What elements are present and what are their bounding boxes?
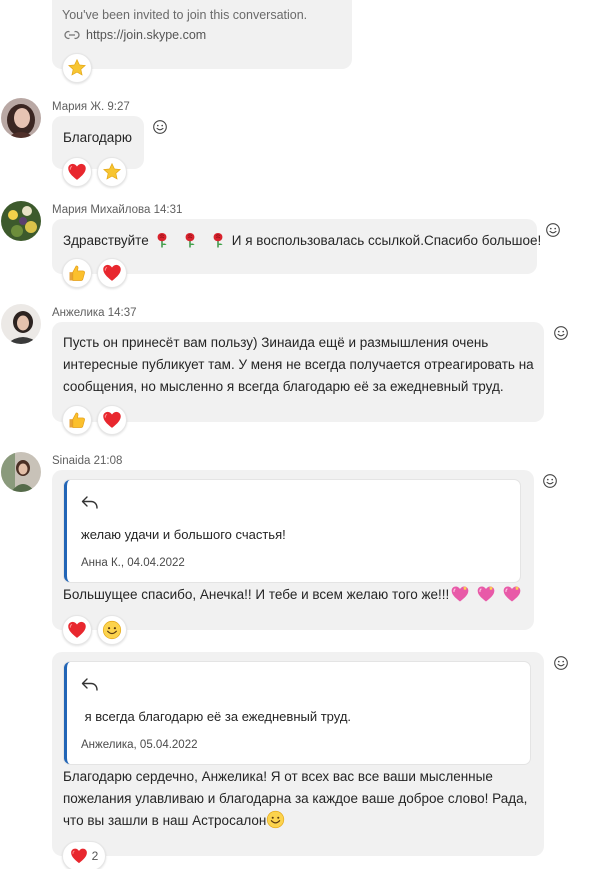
invite-text: You've been invited to join this convers… xyxy=(62,8,308,22)
quote-text: я всегда благодарю её за ежедневный труд… xyxy=(81,709,352,724)
author-name: Мария Михайлова xyxy=(52,204,151,216)
message-meta: Анжелика 14:37 xyxy=(52,307,137,319)
smile-reaction[interactable] xyxy=(97,615,127,645)
message-text: Пусть он принесёт вам пользу) Зинаида ещ… xyxy=(63,332,534,398)
author-name: Анжелика xyxy=(52,307,105,319)
thumbs-up-reaction-icon xyxy=(67,410,87,430)
message-text-part: Большущее спасибо, Анечка!! И тебе и все… xyxy=(63,587,450,602)
message-text-part: И я воспользовалась ссылкой.Спасибо боль… xyxy=(231,233,542,248)
message-meta: Sinaida 21:08 xyxy=(52,455,122,467)
thumbs-up-reaction-icon xyxy=(67,263,87,283)
reaction-count: 2 xyxy=(91,849,99,863)
thumbs-up-reaction[interactable] xyxy=(62,405,92,435)
message-text: Благодарю сердечно, Анжелика! Я от всех … xyxy=(63,766,527,832)
quoted-message[interactable]: желаю удачи и большого счастья! Анна К.,… xyxy=(64,480,520,582)
pink-heart-emoji-icon xyxy=(450,584,470,604)
add-reaction-button[interactable] xyxy=(545,222,561,238)
message-text: Большущее спасибо, Анечка!! И тебе и все… xyxy=(63,584,523,606)
message-time: 14:37 xyxy=(107,307,137,319)
heart-reaction-icon xyxy=(67,620,87,640)
pink-heart-emoji-icon xyxy=(502,584,522,604)
add-reaction-button[interactable] xyxy=(542,473,558,489)
heart-reaction[interactable] xyxy=(97,405,127,435)
message-line-last: что вы зашли в наш Астросалон xyxy=(63,810,527,832)
message-line: сообщения, но мысленно я всегда благодар… xyxy=(63,379,504,394)
message-reactions xyxy=(62,258,127,288)
author-name: Sinaida xyxy=(52,455,91,467)
message-meta: Мария Михайлова 14:31 xyxy=(52,204,182,216)
smile-outline-icon xyxy=(553,655,569,671)
message-reactions xyxy=(62,405,127,435)
pink-heart-emoji-icon xyxy=(476,584,496,604)
message-bubble[interactable]: желаю удачи и большого счастья! Анна К.,… xyxy=(52,470,534,630)
avatar[interactable] xyxy=(1,201,41,241)
message-text-part: Здравствуйте xyxy=(63,233,149,248)
add-reaction-button[interactable] xyxy=(152,119,168,135)
avatar[interactable] xyxy=(1,98,41,138)
heart-reaction[interactable] xyxy=(62,157,92,187)
heart-reaction[interactable]: 2 xyxy=(62,841,106,869)
message-text: Благодарю xyxy=(63,130,132,145)
message-reactions xyxy=(62,615,127,645)
quoted-message[interactable]: я всегда благодарю её за ежедневный труд… xyxy=(64,662,530,764)
smile-emoji-icon xyxy=(266,810,285,829)
rose-emoji-icon xyxy=(210,232,226,248)
quote-meta: Анжелика, 05.04.2022 xyxy=(81,739,198,751)
heart-reaction-icon xyxy=(102,410,122,430)
link-icon xyxy=(64,30,80,40)
message-line: интересные публикует там. У меня не всег… xyxy=(63,357,534,372)
heart-reaction-icon xyxy=(102,263,122,283)
avatar[interactable] xyxy=(1,304,41,344)
heart-reaction[interactable] xyxy=(97,258,127,288)
message-line: Пусть он принесёт вам пользу) Зинаида ещ… xyxy=(63,335,489,350)
smile-outline-icon xyxy=(545,222,561,238)
star-reaction-icon xyxy=(102,162,122,182)
heart-reaction-icon xyxy=(70,847,88,865)
avatar[interactable] xyxy=(1,452,41,492)
invite-link[interactable]: https://join.skype.com xyxy=(86,28,206,42)
reply-arrow-icon xyxy=(81,496,98,509)
quote-text: желаю удачи и большого счастья! xyxy=(81,527,286,542)
heart-reaction[interactable] xyxy=(62,615,92,645)
rose-emoji-icon xyxy=(154,232,170,248)
star-reaction[interactable] xyxy=(62,53,92,83)
message-time: 14:31 xyxy=(153,204,183,216)
smile-outline-icon xyxy=(553,325,569,341)
message-time: 9:27 xyxy=(107,101,130,113)
smile-reaction-icon xyxy=(102,620,122,640)
author-name: Мария Ж. xyxy=(52,101,105,113)
message-line: пожелания улавливаю и благодарна за кажд… xyxy=(63,791,528,806)
thumbs-up-reaction[interactable] xyxy=(62,258,92,288)
message-bubble[interactable]: я всегда благодарю её за ежедневный труд… xyxy=(52,652,544,856)
add-reaction-button[interactable] xyxy=(553,655,569,671)
message-line: Благодарю сердечно, Анжелика! Я от всех … xyxy=(63,769,493,784)
reply-arrow-icon xyxy=(81,678,98,691)
rose-emoji-icon xyxy=(182,232,198,248)
invite-card: You've been invited to join this convers… xyxy=(52,0,352,69)
message-reactions: 2 xyxy=(62,841,106,869)
star-reaction[interactable] xyxy=(97,157,127,187)
message-reactions xyxy=(62,157,127,187)
smile-outline-icon xyxy=(152,119,168,135)
quote-meta: Анна К., 04.04.2022 xyxy=(81,557,185,569)
heart-reaction-icon xyxy=(67,162,87,182)
invite-link-row[interactable]: https://join.skype.com xyxy=(64,28,206,42)
message-meta: Мария Ж. 9:27 xyxy=(52,101,130,113)
message-time: 21:08 xyxy=(93,455,123,467)
message-text-part: что вы зашли в наш Астросалон xyxy=(63,813,267,828)
add-reaction-button[interactable] xyxy=(553,325,569,341)
star-reaction-icon xyxy=(67,58,87,78)
invite-reactions xyxy=(62,53,92,83)
message-text: Здравствуйте И я воспользовалась ссылкой… xyxy=(63,230,541,252)
smile-outline-icon xyxy=(542,473,558,489)
